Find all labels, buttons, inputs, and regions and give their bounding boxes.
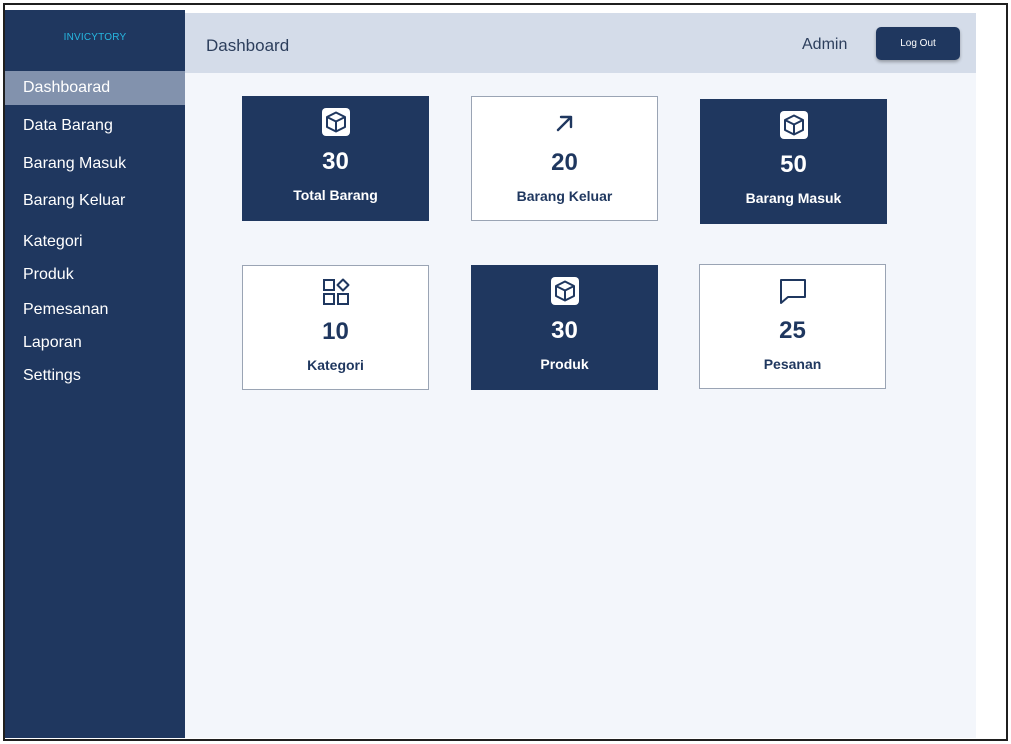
top-bar: Dashboard Admin Log Out <box>185 13 976 73</box>
stat-value: 30 <box>322 148 349 175</box>
stat-value: 30 <box>551 317 578 344</box>
sidebar-item-dashboard[interactable]: Dashboarad <box>5 71 185 105</box>
stat-card-barang-masuk[interactable]: 50 Barang Masuk <box>700 99 887 224</box>
stat-card-pesanan[interactable]: 25 Pesanan <box>699 264 886 389</box>
sidebar-item-laporan[interactable]: Laporan <box>5 326 185 360</box>
category-grid-icon <box>243 276 428 308</box>
stat-value: 10 <box>322 318 349 345</box>
message-icon <box>700 275 885 307</box>
stat-card-kategori[interactable]: 10 Kategori <box>242 265 429 390</box>
stat-label: Barang Keluar <box>516 188 613 204</box>
logout-button[interactable]: Log Out <box>876 27 960 60</box>
stat-value: 25 <box>779 317 806 344</box>
sidebar-item-data-barang[interactable]: Data Barang <box>5 109 185 143</box>
stat-label: Pesanan <box>763 356 822 372</box>
stat-card-barang-keluar[interactable]: 20 Barang Keluar <box>471 96 658 221</box>
dashboard-content: 30 Total Barang 20 Barang Keluar 50 Bara… <box>185 73 976 738</box>
stat-card-total-barang[interactable]: 30 Total Barang <box>242 96 429 221</box>
stat-card-produk[interactable]: 30 Produk <box>471 265 658 390</box>
box-icon <box>471 275 658 307</box>
stat-value: 20 <box>551 149 578 176</box>
arrow-up-right-icon <box>472 107 657 139</box>
sidebar-item-settings[interactable]: Settings <box>5 359 185 393</box>
brand-logo: INVICYTORY <box>63 32 127 43</box>
sidebar: INVICYTORY Dashboarad Data Barang Barang… <box>5 10 185 738</box>
sidebar-item-barang-masuk[interactable]: Barang Masuk <box>5 147 185 181</box>
stat-label: Total Barang <box>293 187 378 203</box>
sidebar-item-kategori[interactable]: Kategori <box>5 225 185 259</box>
stat-label: Produk <box>540 356 589 372</box>
user-name: Admin <box>802 36 848 53</box>
box-icon <box>700 109 887 141</box>
sidebar-item-pemesanan[interactable]: Pemesanan <box>5 293 185 327</box>
stat-label: Barang Masuk <box>745 190 842 206</box>
sidebar-item-barang-keluar[interactable]: Barang Keluar <box>5 184 185 218</box>
box-icon <box>242 106 429 138</box>
page-title: Dashboard <box>206 36 290 55</box>
sidebar-item-produk[interactable]: Produk <box>5 258 185 292</box>
stat-value: 50 <box>780 151 807 178</box>
stat-label: Kategori <box>307 357 364 373</box>
